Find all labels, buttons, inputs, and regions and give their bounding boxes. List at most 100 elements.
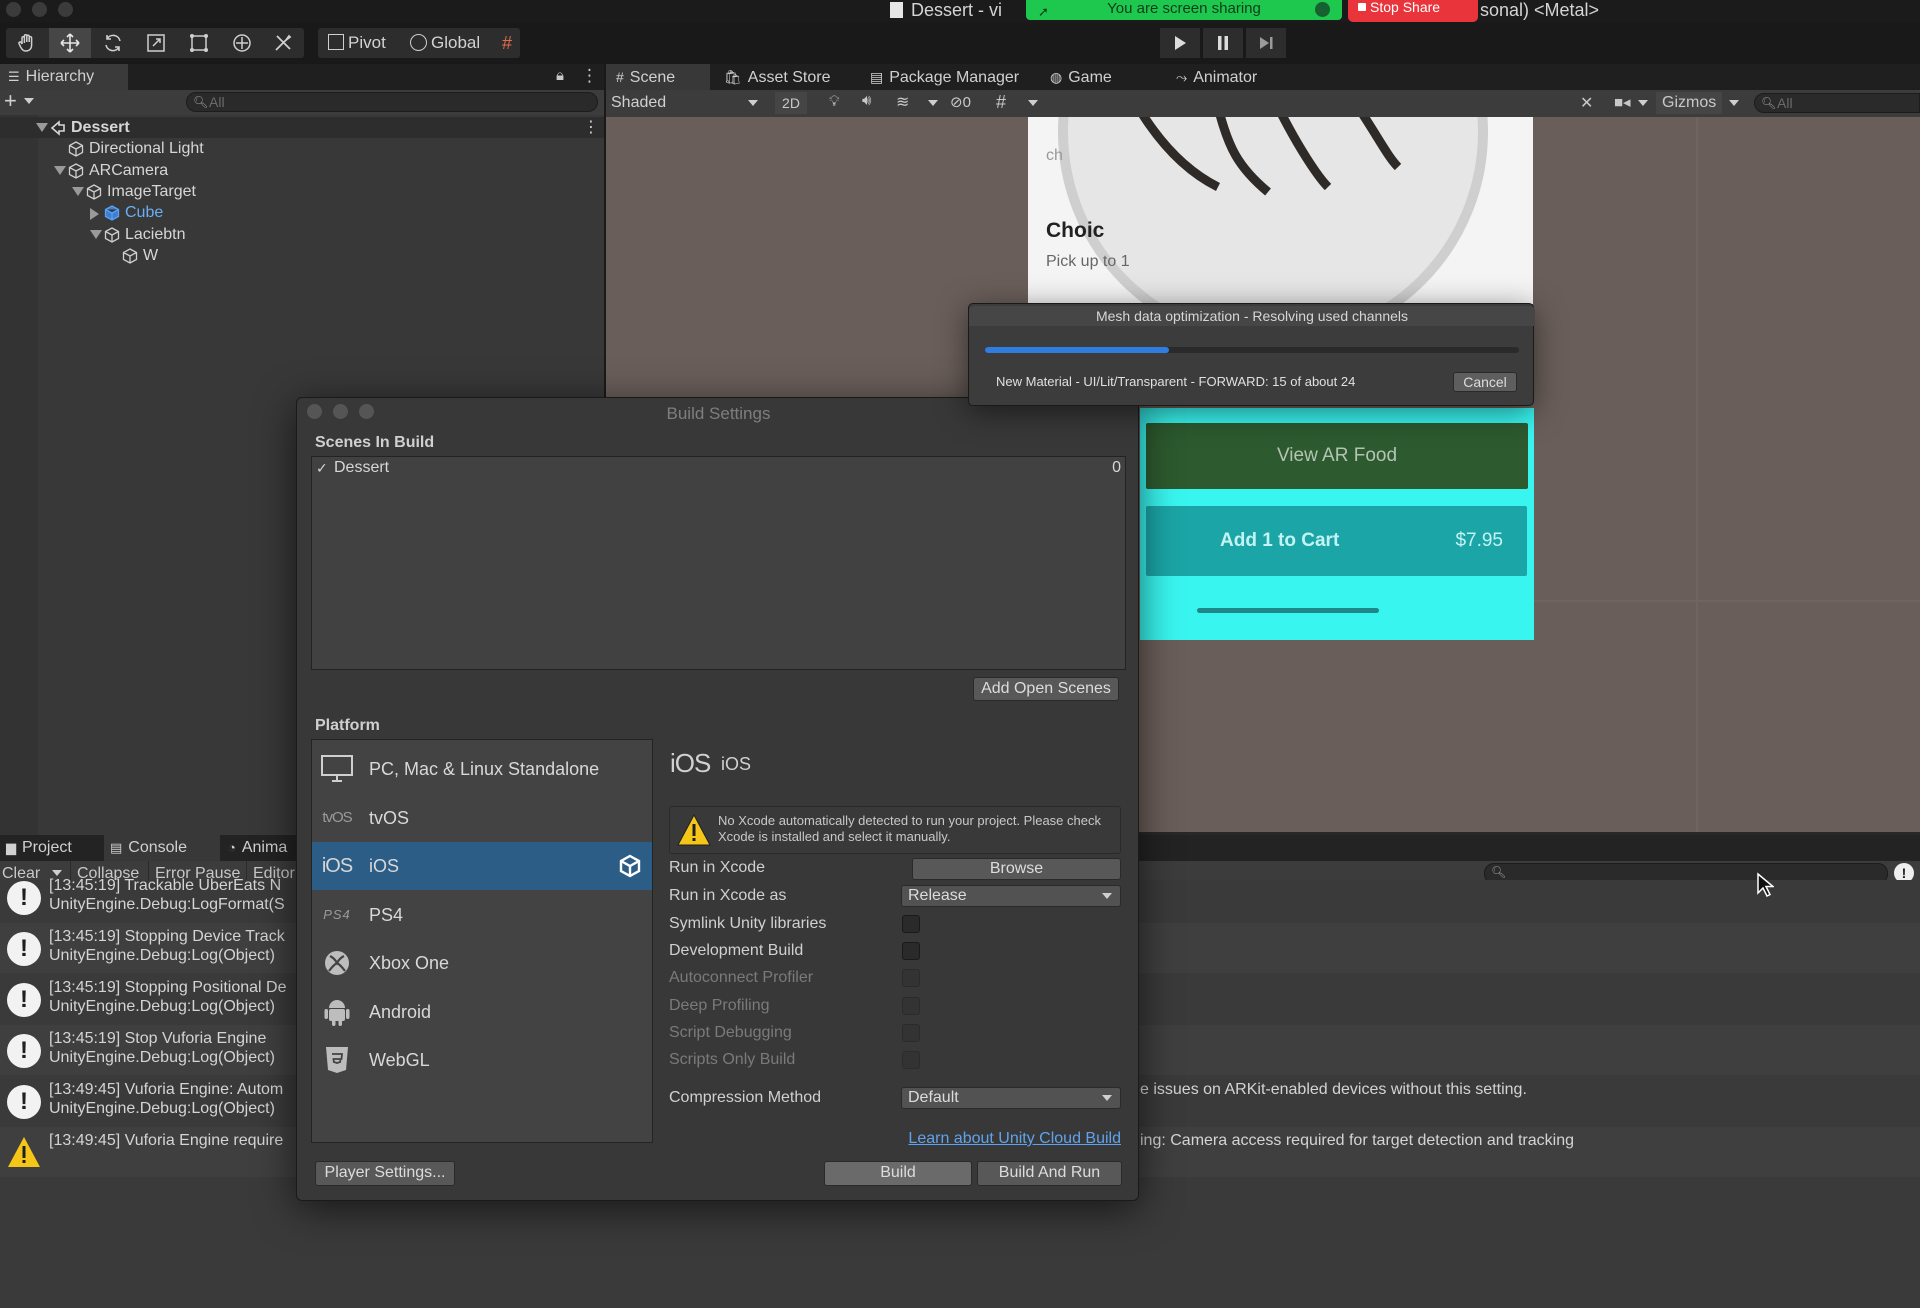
add-open-scenes-button[interactable]: Add Open Scenes (973, 677, 1119, 701)
option-checkbox (902, 1023, 920, 1042)
platform-android[interactable]: Android (312, 988, 652, 1036)
effects-icon[interactable]: ≋ (896, 92, 909, 112)
platform-pc-mac-linux-standalone[interactable]: PC, Mac & Linux Standalone (312, 745, 652, 793)
minimize-window-button[interactable] (32, 2, 47, 17)
tab-package-manager[interactable]: ▤ Package Manager (860, 64, 1034, 90)
player-settings-button[interactable]: Player Settings... (315, 1161, 455, 1186)
tab-anima[interactable]: ◔ Anima (222, 835, 302, 861)
expanded-arrow-icon[interactable] (54, 165, 66, 175)
expanded-arrow-icon[interactable] (36, 123, 48, 132)
collapsed-arrow-icon[interactable] (90, 208, 99, 221)
chevron-down-icon[interactable] (1028, 100, 1038, 106)
hierarchy-item[interactable]: Dessert ⋮ (0, 117, 604, 138)
2d-toggle[interactable]: 2D (775, 92, 807, 114)
scene-row[interactable]: ✓ Dessert 0 (312, 457, 1125, 479)
expanded-arrow-icon[interactable] (72, 186, 84, 196)
cloud-build-link[interactable]: Learn about Unity Cloud Build (897, 1130, 1121, 1148)
option-label: Script Debugging (669, 1023, 792, 1041)
progress-detail: New Material - UI/Lit/Transparent - FORW… (996, 374, 1356, 389)
close-window-button[interactable] (6, 2, 21, 17)
hierarchy-item[interactable]: W (0, 245, 604, 266)
compression-method-dropdown[interactable]: Default (901, 1087, 1121, 1109)
lighting-icon[interactable]: 💡︎ (829, 93, 840, 110)
tab-console[interactable]: ▤ Console (104, 835, 220, 861)
expanded-arrow-icon[interactable] (90, 229, 102, 239)
gamepad-icon: ◍ (1050, 69, 1063, 85)
hierarchy-item[interactable]: Cube (0, 202, 604, 223)
document-icon (890, 2, 903, 18)
tab-asset-store[interactable]: 🛍︎ Asset Store (714, 64, 854, 90)
scale-tool-button[interactable] (135, 28, 177, 58)
grid-icon[interactable]: # (996, 92, 1006, 113)
lock-icon[interactable]: 🔒︎ (556, 67, 564, 84)
play-button[interactable] (1160, 28, 1200, 58)
platform-label: Android (369, 1001, 432, 1022)
platform-webgl[interactable]: WebGL (312, 1036, 652, 1084)
scene-icon (50, 120, 66, 136)
tab-hierarchy[interactable]: ☰ Hierarchy (0, 64, 128, 90)
more-options-icon[interactable]: ⋮ (583, 117, 599, 138)
rotate-tool-button[interactable] (92, 28, 134, 58)
shading-mode-dropdown[interactable]: Shaded (606, 92, 764, 114)
android-icon (319, 996, 355, 1028)
browse-button[interactable]: Browse (912, 858, 1121, 880)
hierarchy-item[interactable]: ImageTarget (0, 181, 604, 202)
progress-title: Mesh data optimization - Resolving used … (969, 306, 1535, 326)
tab-project[interactable]: ▆ Project (0, 835, 102, 861)
tab-label: Console (128, 839, 187, 856)
platform-ios[interactable]: iOS iOS (312, 842, 652, 890)
hierarchy-item[interactable]: ARCamera (0, 160, 604, 181)
option-checkbox[interactable] (902, 915, 920, 933)
transform-tool-button[interactable] (221, 28, 263, 58)
stop-share-button[interactable]: Stop Share (1348, 0, 1478, 22)
add-object-button[interactable]: + (4, 88, 17, 114)
move-tool-button[interactable] (49, 28, 91, 58)
search-icon: 🔍︎ (193, 95, 209, 109)
chevron-down-icon[interactable] (1638, 100, 1648, 106)
hierarchy-item[interactable]: Laciebtn (0, 224, 604, 245)
chevron-down-icon[interactable] (1729, 100, 1739, 106)
scenes-list[interactable]: ✓ Dessert 0 (311, 456, 1126, 670)
checkmark-icon[interactable]: ✓ (316, 457, 328, 479)
zoom-window-button[interactable] (58, 2, 73, 17)
hierarchy-item[interactable]: Directional Light (0, 138, 604, 159)
camera-icon[interactable]: ■◂ (1614, 93, 1631, 111)
window-title: Dessert - vi (890, 0, 1002, 21)
option-checkbox[interactable] (902, 942, 920, 961)
ios-icon: iOS (321, 854, 353, 877)
hand-tool-button[interactable] (6, 28, 48, 58)
custom-tool-button[interactable] (262, 28, 304, 58)
scene-search-input[interactable]: 🔍︎ All (1754, 93, 1920, 113)
pivot-toggle[interactable]: Pivot (328, 28, 386, 58)
add-to-cart-button[interactable]: Add 1 to Cart $7.95 (1146, 506, 1527, 576)
gizmos-dropdown[interactable]: Gizmos (1656, 92, 1722, 114)
main-toolbar: Pivot Global # (0, 22, 1920, 64)
progress-cancel-button[interactable]: Cancel (1453, 372, 1517, 392)
window-title-right: sonal) <Metal> (1480, 0, 1600, 20)
pause-button[interactable] (1203, 28, 1243, 58)
tab-scene[interactable]: # Scene (606, 64, 710, 90)
build-button[interactable]: Build (824, 1161, 972, 1186)
rect-tool-button[interactable] (178, 28, 220, 58)
tab-game[interactable]: ◍ Game (1040, 64, 1160, 90)
chevron-down-icon[interactable] (928, 100, 938, 106)
more-options-icon[interactable]: ⋮ (581, 66, 598, 86)
build-and-run-button[interactable]: Build And Run (977, 1161, 1122, 1186)
grid-snap-button[interactable]: # (490, 28, 524, 58)
info-icon: ! (7, 983, 41, 1017)
platform-tvos[interactable]: tvOS tvOS (312, 794, 652, 842)
tab-animator[interactable]: ⤳ Animator (1166, 64, 1276, 90)
global-toggle[interactable]: Global (410, 28, 480, 58)
screen-sharing-banner: ➚ You are screen sharing (1026, 0, 1342, 20)
eye-slash-icon: ⊘ (950, 94, 963, 111)
step-button[interactable] (1246, 28, 1286, 58)
audio-icon[interactable]: 🔊︎ (862, 92, 871, 109)
platform-ps4[interactable]: PS4 PS4 (312, 891, 652, 939)
tools-icon[interactable]: ✕ (1580, 93, 1593, 113)
run-in-xcode-as-dropdown[interactable]: Release (901, 885, 1121, 907)
hierarchy-search-input[interactable]: 🔍︎ All (186, 92, 598, 112)
hidden-objects-toggle[interactable]: ⊘0 (950, 92, 971, 114)
chevron-down-icon[interactable] (24, 98, 34, 104)
platform-xbox-one[interactable]: Xbox One (312, 939, 652, 987)
view-ar-food-button[interactable]: View AR Food (1146, 423, 1528, 489)
